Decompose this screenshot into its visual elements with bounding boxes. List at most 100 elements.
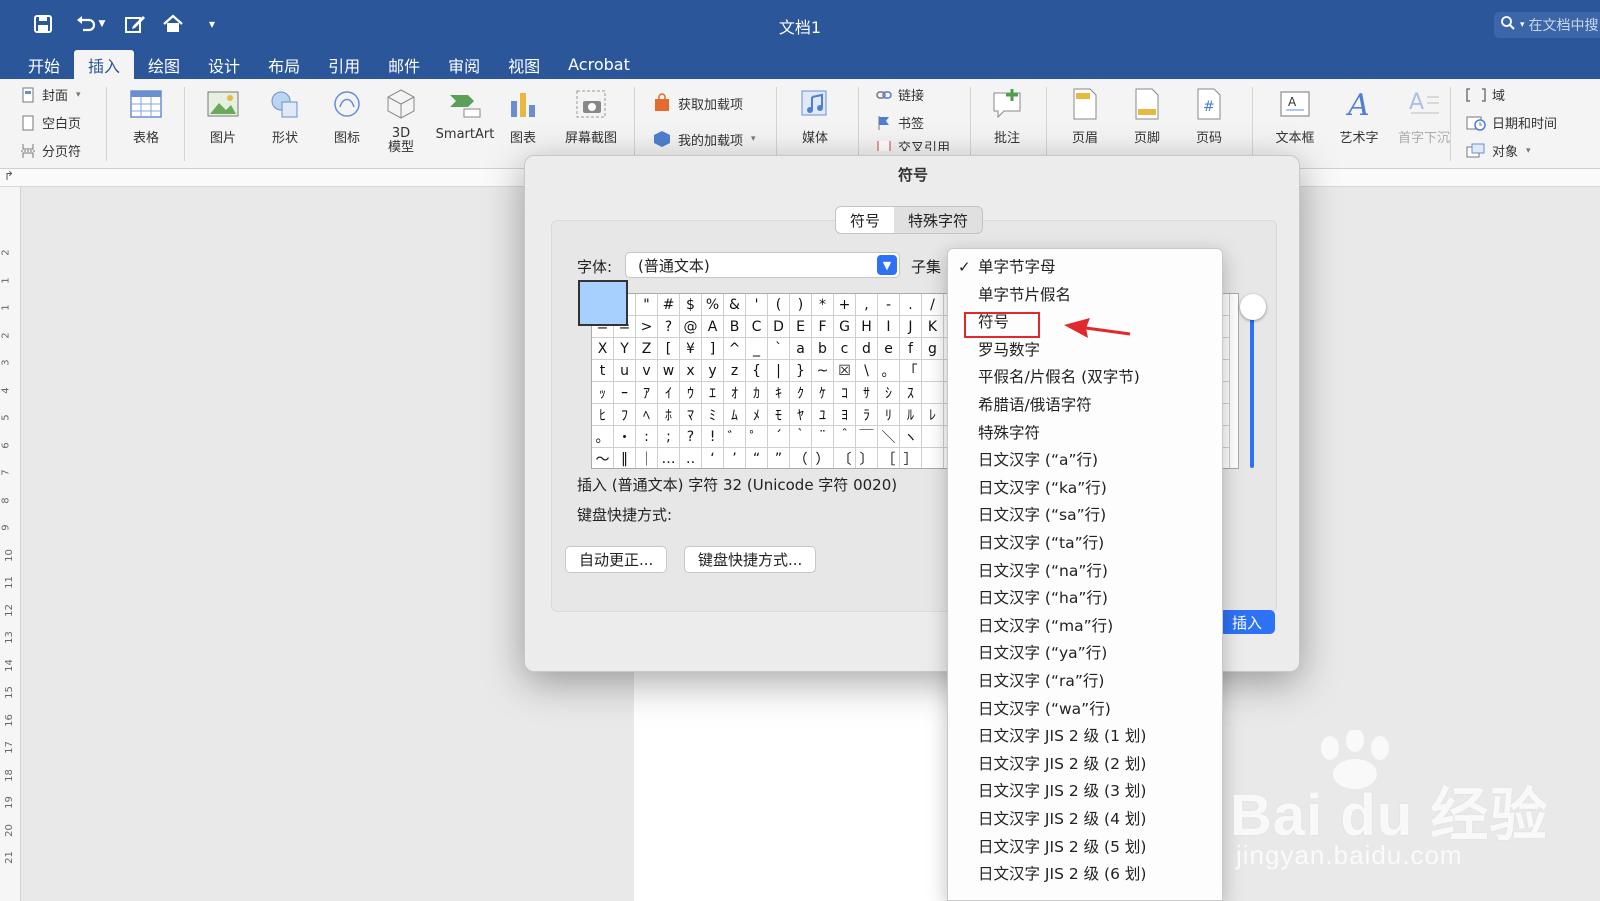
symbol-cell[interactable]: ’: [724, 448, 746, 468]
symbol-cell[interactable]: ゜: [746, 426, 768, 448]
symbol-cell[interactable]: v: [636, 360, 658, 382]
symbol-cell[interactable]: ☒: [834, 360, 856, 382]
symbol-cell[interactable]: ,: [856, 294, 878, 316]
symbol-cell[interactable]: ?: [658, 316, 680, 338]
grid-scrollbar-knob[interactable]: [1240, 294, 1266, 320]
symbol-cell[interactable]: ~: [812, 360, 834, 382]
subset-menu-item[interactable]: 日文汉字 JIS 2 级 (1 划): [978, 722, 1146, 748]
symbol-cell[interactable]: Y: [614, 338, 636, 360]
symbol-cell[interactable]: ﾕ: [812, 404, 834, 426]
symbol-cell[interactable]: 。: [592, 426, 614, 448]
symbol-cell[interactable]: H: [856, 316, 878, 338]
picture-button[interactable]: 图片: [200, 87, 246, 146]
subset-menu-item[interactable]: 日文汉字 (“ta”行): [978, 529, 1104, 555]
symbol-cell[interactable]: …: [658, 448, 680, 468]
grid-scrollbar-track[interactable]: [1250, 306, 1254, 468]
symbol-cell[interactable]: [922, 360, 944, 382]
symbol-cell[interactable]: [922, 382, 944, 404]
symbol-cell[interactable]: $: [680, 294, 702, 316]
tab-8[interactable]: 视图: [494, 50, 554, 79]
symbol-cell[interactable]: “: [746, 448, 768, 468]
symbol-cell[interactable]: ｳ: [680, 382, 702, 404]
symbol-cell[interactable]: ;: [658, 426, 680, 448]
autocorrect-button[interactable]: 自动更正...: [565, 546, 668, 573]
symbol-cell[interactable]: ｜: [636, 448, 658, 468]
symbol-cell[interactable]: ｱ: [636, 382, 658, 404]
symbol-cell[interactable]: E: [790, 316, 812, 338]
symbol-cell[interactable]: b: [812, 338, 834, 360]
symbol-cell[interactable]: （: [790, 448, 812, 468]
symbol-cell[interactable]: ): [790, 294, 812, 316]
textbox-button[interactable]: A 文本框: [1268, 87, 1322, 146]
tab-2[interactable]: 绘图: [134, 50, 194, 79]
tab-stop-icon[interactable]: ↱: [4, 169, 14, 183]
symbol-cell[interactable]: X: [592, 338, 614, 360]
symbol-cell[interactable]: [922, 448, 944, 468]
symbol-cell[interactable]: +: [834, 294, 856, 316]
symbol-cell[interactable]: c: [834, 338, 856, 360]
symbol-cell[interactable]: ﾐ: [702, 404, 724, 426]
subset-menu-item[interactable]: 日文汉字 (“sa”行): [978, 501, 1106, 527]
link-button[interactable]: 链接: [876, 85, 924, 104]
table-button[interactable]: 表格: [118, 87, 174, 146]
symbol-cell[interactable]: ＼: [878, 426, 900, 448]
symbol-cell[interactable]: ﾙ: [900, 404, 922, 426]
symbol-cell[interactable]: |: [768, 360, 790, 382]
symbol-cell[interactable]: ｲ: [658, 382, 680, 404]
footer-button[interactable]: 页脚: [1124, 87, 1170, 146]
chart-button[interactable]: 图表: [500, 87, 546, 146]
subset-menu-item[interactable]: 日文汉字 (“ma”行): [978, 612, 1113, 638]
subset-menu-item[interactable]: 平假名/片假名 (双字节): [978, 363, 1140, 389]
symbol-cell[interactable]: I: [878, 316, 900, 338]
symbol-cell[interactable]: ］: [900, 448, 922, 468]
chevron-down-icon[interactable]: ▼: [877, 255, 897, 275]
symbol-cell[interactable]: [922, 426, 944, 448]
symbol-cell[interactable]: [: [658, 338, 680, 360]
cross-reference-button[interactable]: 交叉引用: [876, 141, 950, 151]
subset-menu-item[interactable]: 罗马数字: [978, 336, 1040, 362]
symbol-cell[interactable]: ': [746, 294, 768, 316]
symbol-cell[interactable]: ﾗ: [856, 404, 878, 426]
symbol-cell[interactable]: ﾑ: [724, 404, 746, 426]
symbol-cell[interactable]: ]: [702, 338, 724, 360]
symbol-cell[interactable]: >: [636, 316, 658, 338]
smartart-button[interactable]: SmartArt: [430, 87, 500, 142]
page-number-button[interactable]: # 页码: [1186, 87, 1232, 146]
symbol-cell[interactable]: ﾌ: [614, 404, 636, 426]
symbol-cell[interactable]: *: [812, 294, 834, 316]
symbol-cell[interactable]: ｯ: [592, 382, 614, 404]
symbol-cell[interactable]: {: [746, 360, 768, 382]
subset-menu-item[interactable]: 日文汉字 (“wa”行): [978, 695, 1111, 721]
tab-6[interactable]: 邮件: [374, 50, 434, 79]
symbol-cell[interactable]: &: [724, 294, 746, 316]
symbol-cell[interactable]: a: [790, 338, 812, 360]
symbol-cell[interactable]: A: [702, 316, 724, 338]
shapes-button[interactable]: 形状: [262, 87, 308, 146]
tab-7[interactable]: 审阅: [434, 50, 494, 79]
symbol-cell[interactable]: d: [856, 338, 878, 360]
bookmark-button[interactable]: 书签: [876, 113, 924, 132]
comment-button[interactable]: 批注: [984, 87, 1030, 146]
cover-page-button[interactable]: 封面 ▾: [20, 85, 81, 104]
media-button[interactable]: 媒体: [790, 87, 840, 146]
symbol-cell[interactable]: ﾓ: [768, 404, 790, 426]
symbol-cell[interactable]: ¥: [680, 338, 702, 360]
symbol-cell[interactable]: ｵ: [724, 382, 746, 404]
tab-1[interactable]: 插入: [74, 50, 135, 79]
symbol-cell[interactable]: ｶ: [746, 382, 768, 404]
symbol-cell[interactable]: ﾏ: [680, 404, 702, 426]
wordart-button[interactable]: A 艺术字: [1332, 87, 1386, 146]
symbol-cell[interactable]: ‥: [680, 448, 702, 468]
symbol-cell[interactable]: ": [636, 294, 658, 316]
symbol-cell[interactable]: f: [900, 338, 922, 360]
subset-menu-item[interactable]: 日文汉字 (“na”行): [978, 557, 1108, 583]
subset-menu-item[interactable]: 单字节字母: [978, 253, 1056, 279]
symbol-cell[interactable]: x: [680, 360, 702, 382]
symbol-cell[interactable]: ヽ: [900, 426, 922, 448]
symbol-cell[interactable]: .: [900, 294, 922, 316]
symbol-cell[interactable]: ﾔ: [790, 404, 812, 426]
symbol-cell[interactable]: D: [768, 316, 790, 338]
subset-menu-item[interactable]: 日文汉字 JIS 2 级 (6 划): [978, 860, 1146, 886]
symbol-cell[interactable]: ｼ: [878, 382, 900, 404]
symbol-cell[interactable]: t: [592, 360, 614, 382]
